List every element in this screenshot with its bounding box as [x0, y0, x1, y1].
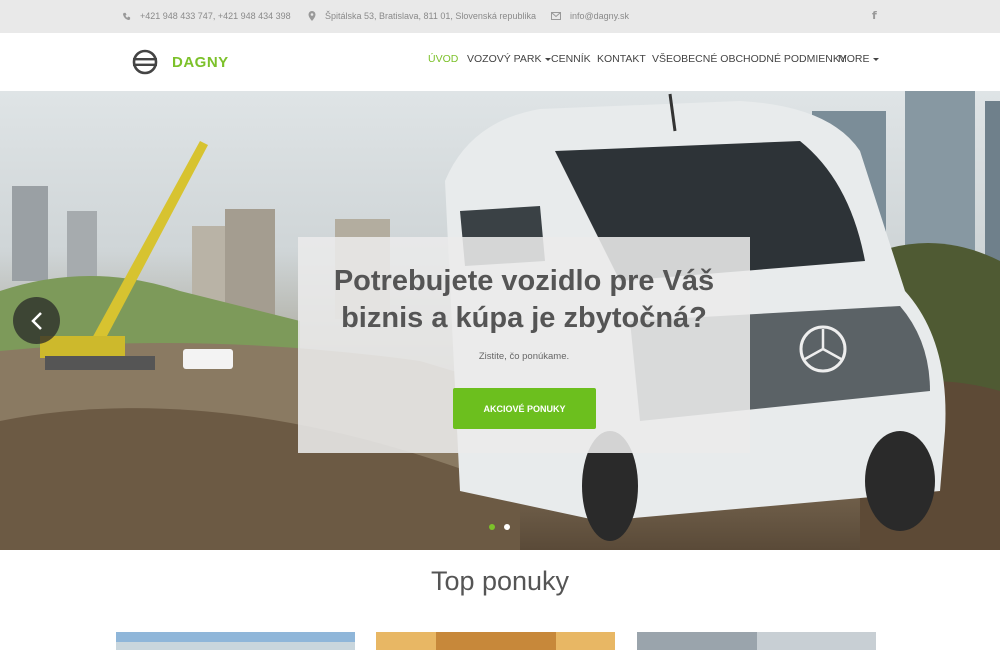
hero-heading-line-2: biznis a kúpa je zbytočná? [341, 302, 707, 334]
chevron-left-icon [30, 311, 42, 330]
caret-down-icon [872, 57, 879, 61]
hero-caption-box: Potrebujete vozidlo pre Váš biznis a kúp… [298, 237, 750, 453]
email-link[interactable]: info@dagny.sk [570, 11, 629, 21]
map-marker-icon [308, 11, 316, 21]
akciove-ponuky-button[interactable]: AKCIOVÉ PONUKY [453, 388, 596, 429]
phone-info: +421 948 433 747, +421 948 434 398 [122, 11, 291, 21]
slider-dot-1[interactable] [489, 524, 495, 530]
nav-label: CENNÍK [551, 53, 591, 65]
nav-item-uvod[interactable]: ÚVOD [428, 53, 458, 65]
slider-dot-2[interactable] [504, 524, 510, 530]
nav-label: VŠEOBECNÉ OBCHODNÉ PODMIENKY [652, 53, 847, 65]
offer-card-3[interactable] [637, 632, 876, 650]
envelope-icon [551, 12, 561, 20]
top-info-bar: +421 948 433 747, +421 948 434 398 Špitá… [0, 0, 1000, 33]
nav-label: ÚVOD [428, 53, 459, 65]
offer-card-image [116, 632, 355, 650]
nav-label: VOZOVÝ PARK [467, 53, 542, 65]
nav-label: MORE [838, 53, 870, 65]
offer-card-image [637, 632, 876, 650]
nav-item-obchodne-podmienky[interactable]: VŠEOBECNÉ OBCHODNÉ PODMIENKY [652, 53, 847, 65]
hero-heading: Potrebujete vozidlo pre Váš biznis a kúp… [298, 263, 750, 337]
phone-numbers: +421 948 433 747, +421 948 434 398 [140, 11, 291, 21]
brand-name: DAGNY [172, 53, 229, 71]
logo-icon [132, 49, 158, 75]
hero-slider: Potrebujete vozidlo pre Váš biznis a kúp… [0, 91, 1000, 550]
offer-card-2[interactable] [376, 632, 615, 650]
offer-card-1[interactable] [116, 632, 355, 650]
offer-card-image [376, 632, 615, 650]
nav-item-cennik[interactable]: CENNÍK [551, 53, 591, 65]
address-info: Špitálska 53, Bratislava, 811 01, Sloven… [308, 11, 536, 21]
nav-item-vozovy-park[interactable]: VOZOVÝ PARK [467, 53, 551, 65]
main-navbar: DAGNY ÚVOD VOZOVÝ PARK CENNÍK KONTAKT VŠ… [0, 33, 1000, 91]
nav-item-more[interactable]: MORE [838, 53, 879, 65]
hero-subtext: Zistite, čo ponúkame. [478, 351, 570, 362]
slider-prev-button[interactable] [13, 297, 60, 344]
facebook-icon[interactable]: f [872, 9, 877, 22]
email-info[interactable]: info@dagny.sk [551, 11, 629, 21]
hero-heading-line-1: Potrebujete vozidlo pre Váš [333, 265, 715, 297]
brand-logo[interactable]: DAGNY [132, 49, 229, 75]
nav-item-kontakt[interactable]: KONTAKT [597, 53, 646, 65]
section-title: Top ponuky [430, 566, 570, 596]
caret-down-icon [544, 57, 551, 61]
nav-label: KONTAKT [597, 53, 646, 65]
address-text: Špitálska 53, Bratislava, 811 01, Sloven… [325, 11, 536, 21]
slider-pagination [489, 524, 510, 530]
phone-icon [123, 12, 131, 20]
